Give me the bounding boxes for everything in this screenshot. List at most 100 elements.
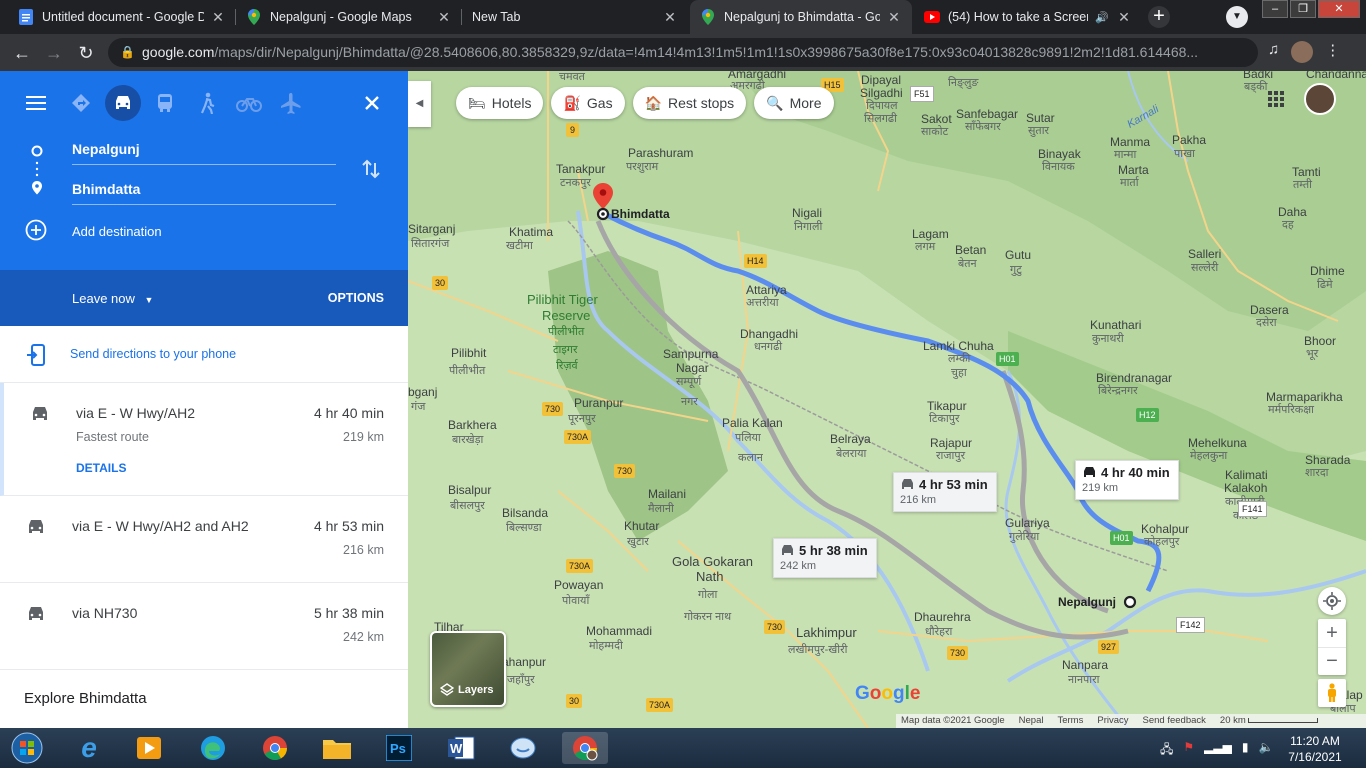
photoshop-taskbar[interactable]: Ps (376, 732, 422, 764)
back-icon[interactable]: ← (10, 41, 34, 65)
tab-new-tab[interactable]: New Tab ✕ (462, 0, 688, 34)
destination-input[interactable]: Bhimdatta (72, 181, 336, 205)
tab-youtube[interactable]: (54) How to take a Screens 🔊 ✕ (914, 0, 1142, 34)
feedback-taskbar[interactable] (500, 732, 546, 764)
tab-search-icon[interactable]: ▼ (1226, 6, 1248, 28)
origin-marker-icon[interactable] (1123, 595, 1137, 609)
zoom-out-button[interactable]: − (1318, 647, 1346, 675)
hotels-chip[interactable]: 🛏 Hotels (456, 87, 544, 119)
tab-maps-nepalgunj[interactable]: Nepalgunj - Google Maps ✕ (236, 0, 462, 34)
map-label: Marta (1118, 163, 1149, 177)
route-option-2[interactable]: via E - W Hwy/AH2 and AH2 4 hr 53 min 21… (0, 496, 408, 583)
chrome-taskbar[interactable] (252, 732, 298, 764)
my-location-button[interactable] (1318, 587, 1346, 615)
route-callout-alt2[interactable]: 5 hr 38 min 242 km (773, 538, 877, 578)
chrome-profile-taskbar[interactable] (562, 732, 608, 764)
add-destination-icon[interactable] (25, 219, 47, 246)
map-label: Manma (1110, 135, 1151, 149)
directions-header: Nepalgunj Bhimdatta Add destination (0, 71, 408, 270)
taskbar-clock[interactable]: 11:20 AM 7/16/2021 (1282, 733, 1348, 765)
map-label: Kalimati (1225, 468, 1268, 482)
map-label: चुहा (951, 367, 967, 379)
route-details-link[interactable]: DETAILS (76, 461, 126, 475)
tab-maps-directions[interactable]: Nepalgunj to Bhimdatta - Goo ✕ (690, 0, 912, 34)
rest-stops-chip[interactable]: 🏠 Rest stops (632, 87, 747, 119)
close-tab-icon[interactable]: ✕ (662, 9, 678, 26)
word-taskbar[interactable]: W (438, 732, 484, 764)
media-player-taskbar[interactable] (126, 732, 172, 764)
map-label: Sanfebagar (956, 107, 1019, 121)
layers-button[interactable]: Layers (430, 631, 506, 707)
edge-taskbar[interactable] (190, 732, 236, 764)
signal-icon[interactable]: ▂▃▅ (1204, 740, 1232, 761)
flight-mode-icon[interactable] (273, 85, 309, 121)
route-option-1[interactable]: via E - W Hwy/AH2 4 hr 40 min Fastest ro… (0, 383, 408, 496)
address-bar[interactable]: 🔒 google.com/maps/dir/Nepalgunj/Bhimdatt… (108, 38, 1258, 67)
send-to-phone-row[interactable]: Send directions to your phone (0, 326, 408, 383)
walking-mode-icon[interactable] (189, 85, 225, 121)
close-tab-icon[interactable]: ✕ (210, 9, 226, 26)
best-route-icon[interactable] (63, 85, 99, 121)
close-tab-icon[interactable]: ✕ (886, 9, 902, 26)
file-explorer-taskbar[interactable] (314, 732, 360, 764)
swap-icon[interactable] (362, 159, 380, 184)
close-directions-icon[interactable] (354, 85, 390, 121)
profile-avatar[interactable] (1291, 41, 1314, 63)
close-tab-icon[interactable]: ✕ (1116, 9, 1132, 26)
account-avatar[interactable] (1304, 83, 1336, 115)
street-view-pegman[interactable] (1318, 679, 1346, 707)
zoom-in-button[interactable]: + (1318, 619, 1346, 647)
battery-icon[interactable]: ▮ (1242, 740, 1249, 761)
map-label: Nath (696, 569, 724, 584)
tab-title: New Tab (472, 10, 521, 24)
map-label: पाखा (1174, 148, 1195, 160)
map-label: दसेरा (1256, 317, 1277, 329)
minimize-button[interactable]: – (1262, 0, 1288, 18)
map-label: ढिमे (1317, 279, 1333, 291)
scale-bar[interactable]: 20 km (1220, 714, 1319, 728)
gas-chip[interactable]: ⛽ Gas (551, 87, 625, 119)
cycling-mode-icon[interactable] (231, 85, 267, 121)
route-callout-fastest[interactable]: 4 hr 40 min 219 km (1075, 460, 1179, 500)
send-feedback-link[interactable]: Send feedback (1143, 714, 1206, 728)
map-label: टनकपुर (560, 177, 591, 189)
tab-docs[interactable]: Untitled document - Google D ✕ (8, 0, 236, 34)
add-destination-link[interactable]: Add destination (72, 224, 162, 239)
route-callout-alt1[interactable]: 4 hr 53 min 216 km (893, 472, 997, 512)
chip-label: Rest stops (668, 95, 735, 111)
map-label: नानपारा (1068, 674, 1100, 686)
reload-icon[interactable]: ↻ (74, 41, 98, 65)
privacy-link[interactable]: Privacy (1097, 714, 1128, 728)
leave-now-dropdown[interactable]: Leave now ▼ (72, 291, 153, 306)
region-link[interactable]: Nepal (1019, 714, 1044, 728)
route-option-3[interactable]: via NH730 5 hr 38 min 242 km (0, 583, 408, 670)
terms-link[interactable]: Terms (1057, 714, 1083, 728)
map-label: शारदा (1305, 467, 1329, 479)
new-tab-button[interactable]: + (1148, 6, 1170, 28)
map-label: Dhangadhi (740, 327, 799, 341)
apps-grid-icon[interactable] (1268, 91, 1284, 107)
network-share-icon[interactable]: 🖧 (1160, 740, 1173, 761)
security-flag-icon[interactable]: ⚑ (1183, 740, 1194, 761)
maximize-button[interactable]: ❐ (1290, 0, 1316, 18)
menu-dots-icon[interactable]: ⋮ (1325, 41, 1340, 63)
map-label: सम्पूर्ण (676, 376, 702, 388)
speaker-icon[interactable]: 🔊 (1094, 11, 1110, 24)
start-button[interactable] (4, 732, 50, 764)
origin-input[interactable]: Nepalgunj (72, 141, 336, 165)
close-window-button[interactable]: ✕ (1318, 0, 1360, 18)
close-tab-icon[interactable]: ✕ (436, 9, 452, 26)
options-button[interactable]: OPTIONS (328, 291, 384, 305)
driving-mode-icon[interactable] (105, 85, 141, 121)
forward-icon[interactable]: → (42, 41, 66, 65)
map-canvas[interactable]: चमवत Amargadhi अमरगढी Dipayal Silgadhi द… (408, 71, 1366, 728)
volume-icon[interactable]: 🔈 (1258, 740, 1273, 761)
transit-mode-icon[interactable] (147, 85, 183, 121)
map-label: साँफेबगर (965, 121, 1001, 133)
internet-explorer-taskbar[interactable]: e (66, 732, 112, 764)
media-control-icon[interactable]: ♫ (1268, 41, 1279, 63)
map-label: Kunathari (1090, 318, 1142, 332)
collapse-panel-button[interactable]: ◀ (408, 81, 431, 127)
menu-icon[interactable] (18, 85, 54, 121)
more-chip[interactable]: 🔍 More (754, 87, 834, 119)
